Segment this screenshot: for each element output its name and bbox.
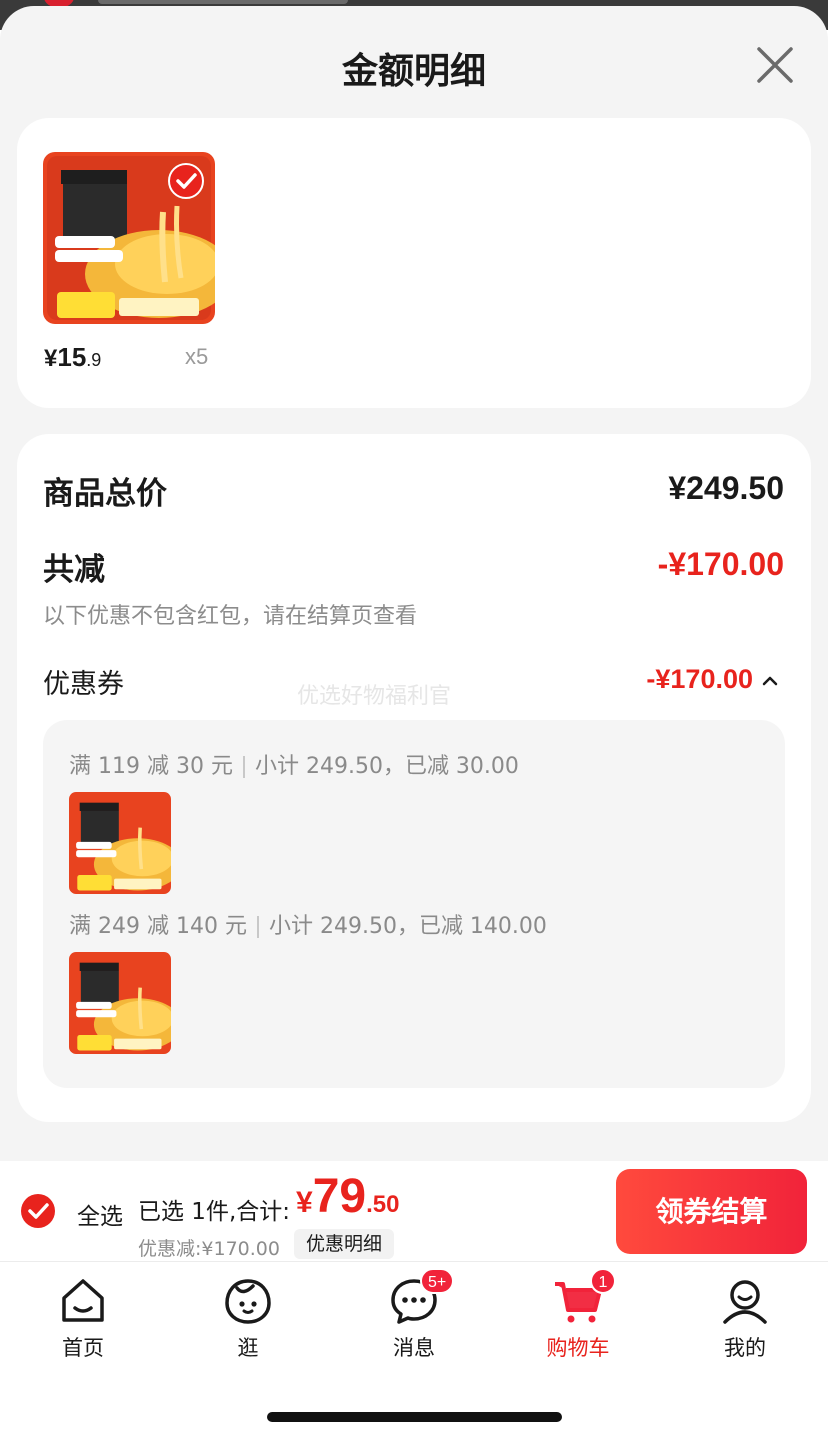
cart-badge: 1 (590, 1268, 616, 1294)
sheet-title: 金额明细 (341, 51, 486, 92)
coupon-rule-1: 满 119 减 30 元小计 249.50，已减 30.00 (69, 748, 519, 780)
checkout-bar: 全选 已选 1件,合计: ¥79.50 优惠减:¥170.00 优惠明细 领券结… (0, 1161, 828, 1261)
total-reduction-label: 共减 (43, 552, 105, 588)
coupon-value[interactable]: -¥170.00 (646, 664, 753, 695)
total-amount: ¥79.50 (296, 1169, 399, 1224)
product-price-currency: ¥ (44, 345, 58, 372)
tab-profile-label: 我的 (724, 1336, 766, 1360)
chevron-up-icon[interactable] (761, 674, 779, 686)
tab-home-label: 首页 (62, 1336, 104, 1360)
price-detail-card: 商品总价 ¥249.50 共减 -¥170.00 以下优惠不包含红包，请在结算页… (17, 434, 811, 1122)
background-text (98, 0, 348, 4)
product-price-decimal: .9 (86, 350, 102, 370)
total-decimal: .50 (366, 1191, 400, 1218)
coupon-breakdown: 满 119 减 30 元小计 249.50，已减 30.00 满 249 减 1… (43, 720, 785, 1088)
product-price: ¥15.9 (44, 342, 101, 373)
close-button[interactable] (752, 42, 798, 88)
coupon-rule-2-detail: 小计 249.50，已减 140.00 (268, 914, 547, 939)
select-all-checkbox[interactable] (20, 1193, 56, 1229)
tab-cart-label: 购物车 (546, 1336, 610, 1360)
tab-messages[interactable]: 5+ 消息 (364, 1268, 464, 1376)
product-selected-check[interactable] (168, 163, 204, 199)
coupon-rule-1-detail: 小计 249.50，已减 30.00 (254, 754, 519, 779)
goods-total-label: 商品总价 (43, 476, 167, 512)
divider (242, 756, 245, 778)
coupon-rule-1-product-thumbnail[interactable] (69, 792, 182, 894)
face-icon (225, 1279, 271, 1324)
total-integer: 79 (312, 1170, 367, 1223)
discount-detail-button[interactable]: 优惠明细 (294, 1229, 395, 1259)
tab-home[interactable]: 首页 (33, 1276, 133, 1376)
goods-total-value: ¥249.50 (668, 470, 784, 506)
home-indicator (267, 1412, 562, 1422)
amount-detail-sheet: 金额明细 ¥15.9 x5 商品总价 ¥249.50 共减 -¥170.00 以… (0, 6, 828, 1166)
coupon-rule-1-condition: 满 119 减 30 元 (69, 754, 233, 779)
coupon-rule-2-product-thumbnail[interactable] (69, 952, 182, 1054)
divider (256, 916, 259, 938)
coupon-rule-2-condition: 满 249 减 140 元 (69, 914, 247, 939)
total-currency: ¥ (296, 1186, 313, 1219)
total-reduction-value: -¥170.00 (657, 546, 784, 582)
tab-profile[interactable]: 我的 (695, 1276, 795, 1376)
product-card: ¥15.9 x5 (17, 118, 811, 408)
watermark-text: 优选好物福利官 (297, 684, 452, 709)
product-quantity: x5 (185, 344, 209, 369)
tab-cart[interactable]: 1 购物车 (528, 1268, 628, 1376)
checkout-button[interactable]: 领券结算 (616, 1169, 807, 1254)
product-price-integer: 15 (57, 342, 87, 372)
home-icon (62, 1279, 104, 1322)
select-all-label[interactable]: 全选 (77, 1197, 123, 1231)
tab-browse[interactable]: 逛 (198, 1276, 298, 1376)
profile-icon (723, 1280, 767, 1324)
check-circle-icon (21, 1194, 55, 1228)
messages-badge: 5+ (420, 1268, 455, 1294)
coupon-rule-2: 满 249 减 140 元小计 249.50，已减 140.00 (69, 908, 547, 940)
check-circle-icon (168, 163, 204, 199)
tab-browse-label: 逛 (237, 1336, 259, 1360)
close-icon (757, 47, 793, 83)
tab-messages-label: 消息 (393, 1336, 435, 1360)
discount-note: 以下优惠不包含红包，请在结算页查看 (43, 604, 418, 629)
selected-count-text: 已选 1件,合计: (138, 1199, 291, 1225)
discount-amount-text: 优惠减:¥170.00 (138, 1238, 280, 1260)
coupon-label: 优惠券 (43, 669, 124, 700)
